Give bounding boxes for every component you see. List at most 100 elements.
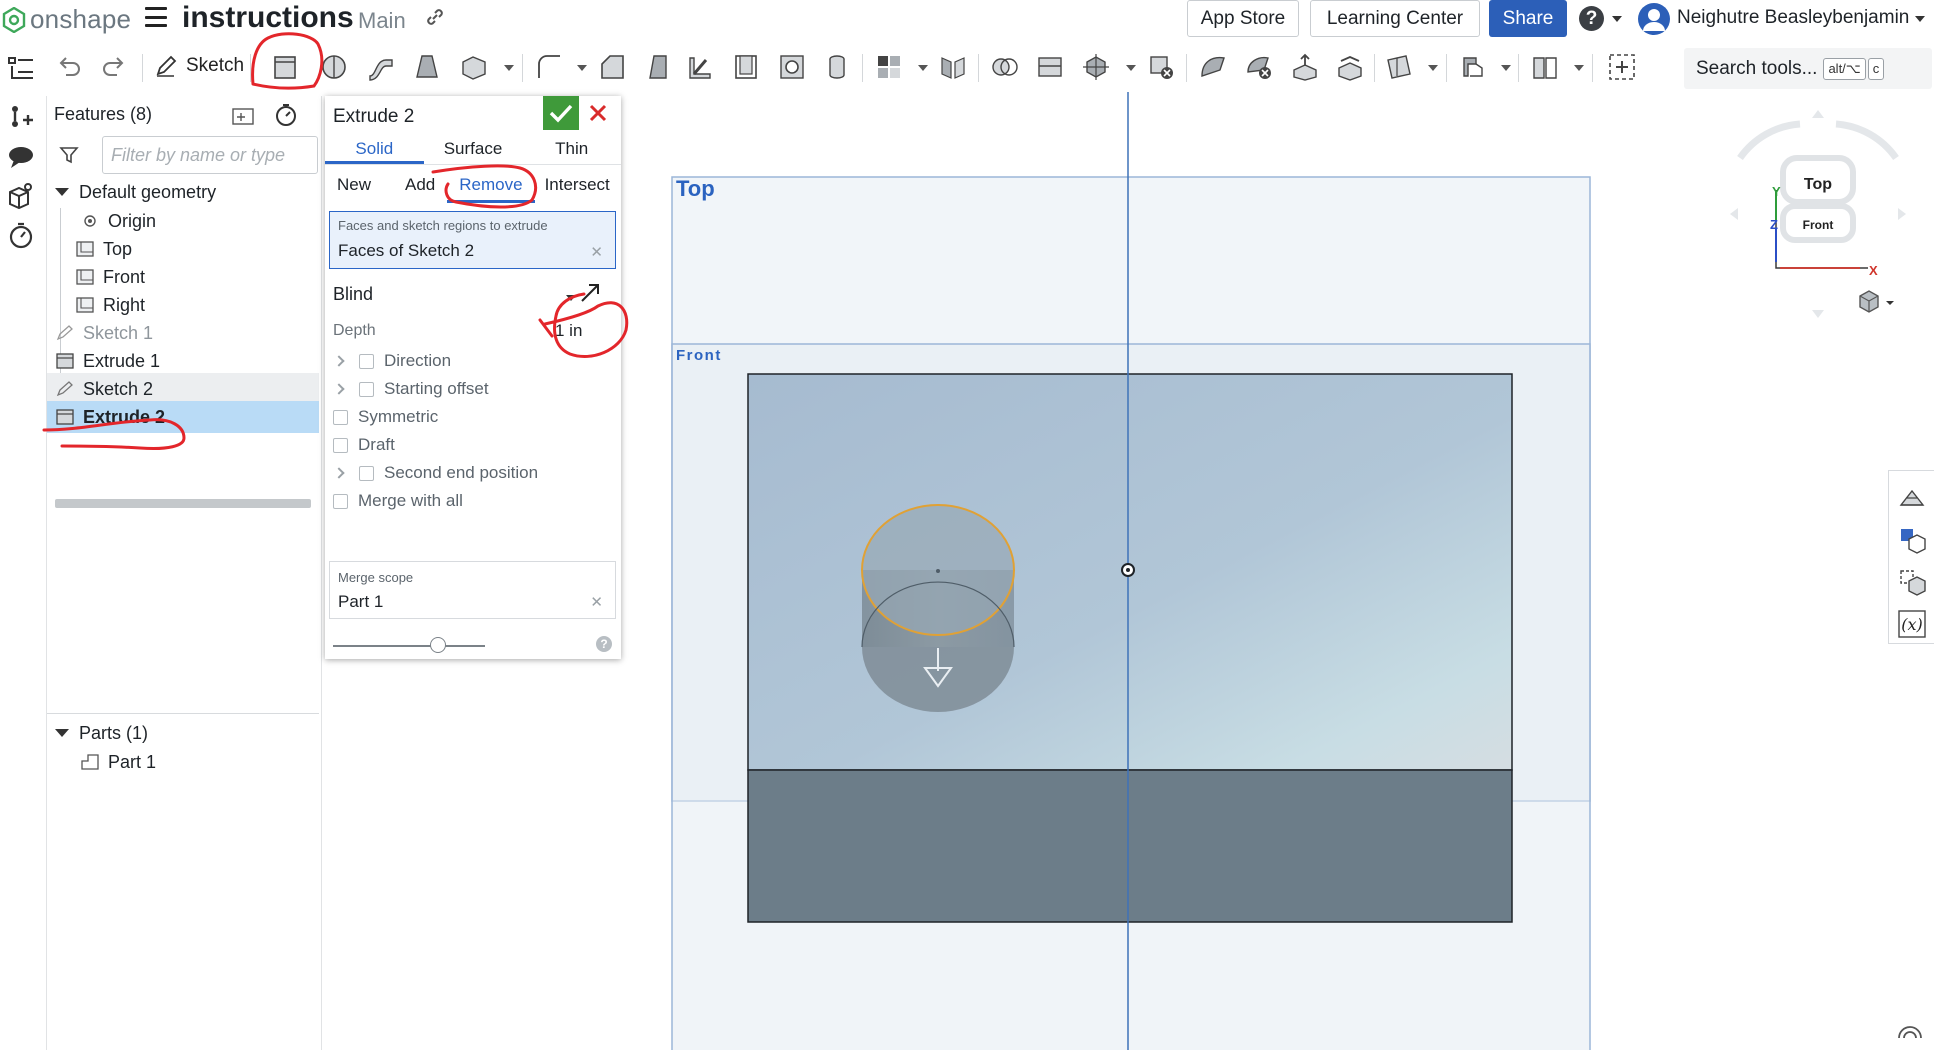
replace-face-icon[interactable] <box>1335 52 1365 82</box>
onshape-logo[interactable]: onshape <box>2 4 131 35</box>
faces-selection-field[interactable]: Faces and sketch regions to extrude Face… <box>329 211 616 269</box>
configurations-icon[interactable] <box>6 180 36 210</box>
link-icon[interactable] <box>424 6 446 28</box>
shell-icon[interactable] <box>731 52 761 82</box>
menu-icon[interactable] <box>145 7 167 27</box>
hole-icon[interactable] <box>777 52 807 82</box>
tab-solid[interactable]: Solid <box>325 135 424 164</box>
delete-part-icon[interactable] <box>1146 52 1176 82</box>
view-options-cube-icon[interactable] <box>1859 290 1894 313</box>
chevron-down-icon[interactable] <box>577 65 587 71</box>
appearance-icon[interactable] <box>1897 483 1927 513</box>
tab-surface[interactable]: Surface <box>424 135 523 164</box>
chevron-right-icon[interactable] <box>333 467 345 479</box>
clear-selection-icon[interactable]: ✕ <box>590 243 603 261</box>
draft-icon[interactable] <box>642 52 672 82</box>
sketch-button[interactable]: Sketch <box>154 54 244 78</box>
parts-header-row[interactable]: Parts (1) <box>47 717 319 749</box>
branch-name[interactable]: Main <box>358 8 406 34</box>
starting-offset-checkbox[interactable] <box>359 381 374 397</box>
rollback-stopwatch-icon[interactable] <box>273 102 299 128</box>
move-face-icon[interactable] <box>1290 52 1320 82</box>
add-custom-feature-icon[interactable] <box>1607 52 1637 82</box>
draft-checkbox[interactable] <box>333 437 348 453</box>
chevron-down-icon[interactable] <box>55 729 69 737</box>
tab-intersect[interactable]: Intersect <box>545 175 610 195</box>
clear-merge-scope-icon[interactable]: ✕ <box>590 593 603 611</box>
cylinder-icon[interactable] <box>822 52 852 82</box>
preview-slider-thumb[interactable] <box>430 637 446 653</box>
share-button[interactable]: Share <box>1489 0 1567 37</box>
revolve-icon[interactable] <box>319 52 349 82</box>
tree-item-extrude-2[interactable]: Extrude 2 <box>47 401 319 433</box>
mate-connectors-icon[interactable] <box>1897 567 1927 597</box>
merge-with-all-option[interactable]: Merge with all <box>333 487 463 515</box>
direction-checkbox[interactable] <box>359 353 374 369</box>
chevron-down-icon[interactable] <box>1574 65 1584 71</box>
depth-input[interactable]: 1 in <box>555 321 582 341</box>
flip-direction-arrow-icon[interactable] <box>579 282 601 304</box>
help-chevron-down-icon[interactable] <box>1612 16 1622 22</box>
transform-icon[interactable] <box>1081 52 1111 82</box>
search-tools-input[interactable]: Search tools... alt/⌥ c <box>1684 48 1932 89</box>
end-type-select[interactable]: Blind <box>333 284 373 305</box>
app-store-button[interactable]: App Store <box>1187 0 1299 37</box>
pattern-icon[interactable] <box>874 52 904 82</box>
view-cube-top-label[interactable]: Top <box>1804 176 1832 193</box>
variables-icon[interactable]: (x) <box>1897 609 1927 639</box>
chevron-right-icon[interactable] <box>333 355 345 367</box>
feature-filter-input[interactable]: Filter by name or type <box>102 136 318 174</box>
sweep-icon[interactable] <box>366 52 396 82</box>
chevron-down-icon[interactable] <box>918 65 928 71</box>
symmetric-option[interactable]: Symmetric <box>333 403 438 431</box>
display-settings-icon[interactable] <box>1896 1020 1924 1042</box>
chamfer-icon[interactable] <box>597 52 627 82</box>
view-cube[interactable]: Top Front Y Z X <box>1728 110 1908 320</box>
document-title[interactable]: instructions <box>182 1 354 35</box>
plane-icon[interactable] <box>1384 52 1414 82</box>
tab-thin[interactable]: Thin <box>522 135 621 164</box>
preview-slider-track[interactable] <box>333 645 485 647</box>
tab-new[interactable]: New <box>337 175 371 195</box>
direction-option[interactable]: Direction <box>333 347 451 375</box>
chevron-right-icon[interactable] <box>333 383 345 395</box>
tab-remove[interactable]: Remove <box>447 175 535 203</box>
extrude-icon[interactable] <box>270 52 300 82</box>
redo-icon[interactable] <box>99 52 129 82</box>
second-end-position-option[interactable]: Second end position <box>333 459 538 487</box>
boolean-icon[interactable] <box>990 52 1020 82</box>
thicken-icon[interactable] <box>459 52 489 82</box>
add-folder-icon[interactable] <box>231 104 257 128</box>
rib-icon[interactable] <box>686 52 716 82</box>
chevron-down-icon[interactable] <box>1501 65 1511 71</box>
mirror-icon[interactable] <box>938 52 968 82</box>
tree-scrollbar[interactable] <box>55 499 311 508</box>
learning-center-button[interactable]: Learning Center <box>1310 0 1480 37</box>
fillet-icon[interactable] <box>534 52 564 82</box>
delete-face-icon[interactable] <box>1244 52 1274 82</box>
bill-of-materials-icon[interactable] <box>1897 525 1927 555</box>
help-icon[interactable]: ? <box>1579 6 1604 31</box>
surface-icon[interactable] <box>1530 52 1560 82</box>
chevron-down-icon[interactable] <box>1428 65 1438 71</box>
user-chevron-down-icon[interactable] <box>1915 16 1925 22</box>
accept-button[interactable] <box>543 96 579 130</box>
user-name[interactable]: Neighutre Beasleybenjamin <box>1677 7 1909 29</box>
undo-icon[interactable] <box>54 52 84 82</box>
history-stopwatch-icon[interactable] <box>6 220 36 250</box>
part-item[interactable]: Part 1 <box>47 746 319 778</box>
loft-icon[interactable] <box>412 52 442 82</box>
insert-part-icon[interactable] <box>6 102 36 132</box>
feature-list-icon[interactable] <box>6 54 36 84</box>
symmetric-checkbox[interactable] <box>333 409 348 425</box>
view-cube-front-label[interactable]: Front <box>1803 218 1834 232</box>
chevron-down-icon[interactable] <box>1126 65 1136 71</box>
split-icon[interactable] <box>1035 52 1065 82</box>
end-type-chevron-down-icon[interactable] <box>566 295 576 301</box>
chevron-down-icon[interactable] <box>504 65 514 71</box>
dialog-help-icon[interactable]: ? <box>596 636 612 652</box>
part-side-face[interactable] <box>747 769 1513 923</box>
merge-with-all-checkbox[interactable] <box>333 493 348 509</box>
starting-offset-option[interactable]: Starting offset <box>333 375 489 403</box>
chevron-down-icon[interactable] <box>55 188 69 196</box>
